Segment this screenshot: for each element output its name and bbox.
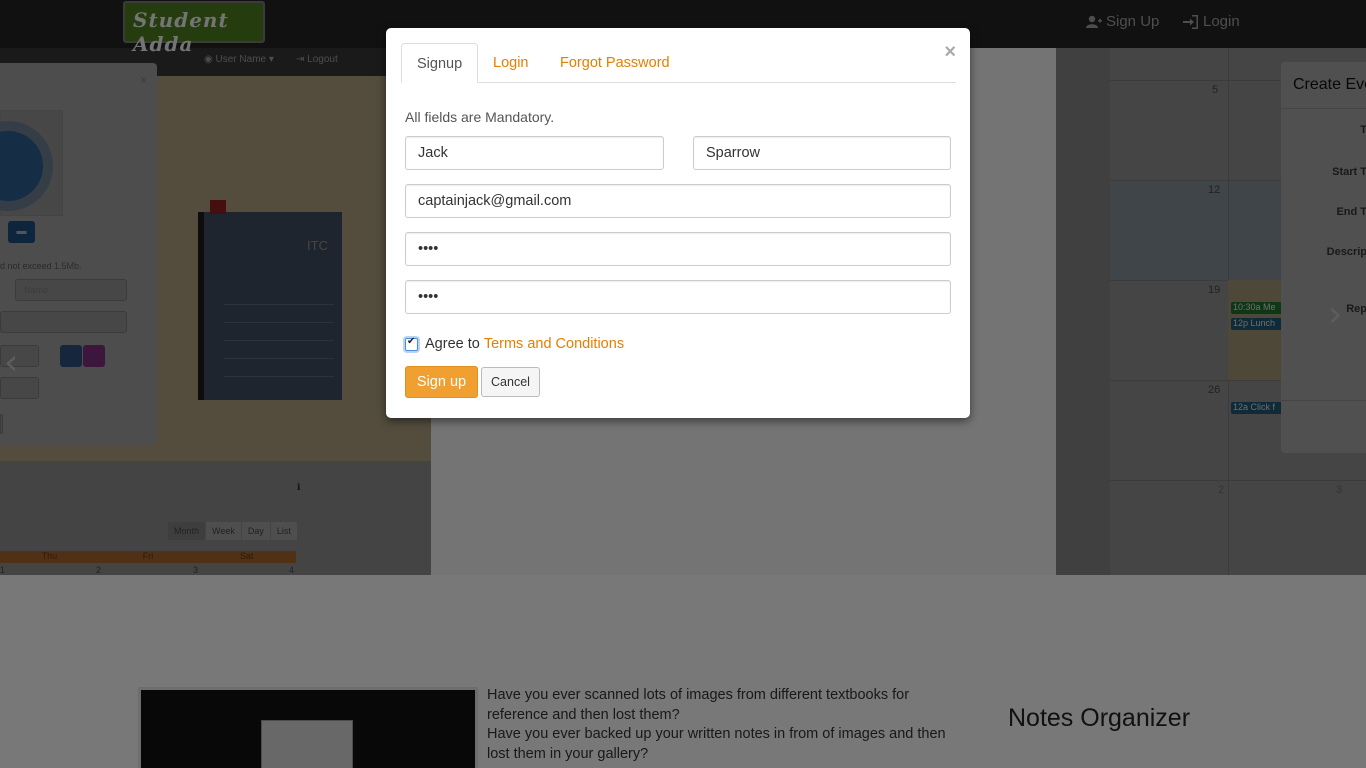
mandatory-note: All fields are Mandatory. (405, 109, 555, 125)
confirm-password-field[interactable] (405, 280, 951, 314)
tab-login[interactable]: Login (478, 43, 543, 83)
cancel-button[interactable]: Cancel (481, 367, 540, 397)
last-name-field[interactable] (693, 136, 951, 170)
email-field[interactable] (405, 184, 951, 218)
terms-link[interactable]: Terms and Conditions (484, 336, 624, 352)
password-field[interactable] (405, 232, 951, 266)
tab-signup[interactable]: Signup (401, 43, 479, 83)
agree-checkbox[interactable] (405, 336, 418, 351)
agree-label: Agree to (425, 336, 480, 352)
modal-tabs: Signup Login Forgot Password (401, 43, 956, 83)
page: ◉ User Name ▾ ⇥ Logout × ▬ d not exceed … (0, 0, 1366, 768)
signup-button[interactable]: Sign up (405, 366, 478, 398)
first-name-field[interactable] (405, 136, 664, 170)
signup-modal: × Signup Login Forgot Password All field… (386, 28, 970, 418)
terms-agreement: Agree to Terms and Conditions (405, 336, 624, 352)
tab-forgot-password[interactable]: Forgot Password (545, 43, 685, 83)
